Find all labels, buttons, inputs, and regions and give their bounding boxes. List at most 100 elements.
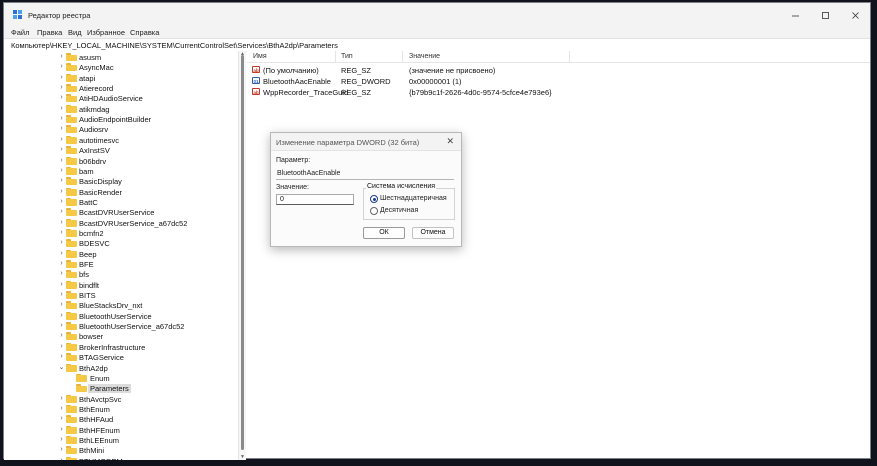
tree-item[interactable]: › AsyncMac: [4, 62, 238, 72]
tree-item-label[interactable]: Parameters: [88, 384, 131, 394]
decimal-radio[interactable]: [370, 207, 378, 215]
value-row[interactable]: 01 BluetoothAacEnable REG_DWORD 0x00000001 …: [247, 75, 870, 86]
menu-edit[interactable]: Правка: [37, 28, 62, 37]
chevron-right-icon[interactable]: ›: [58, 94, 65, 102]
tree-item-label[interactable]: BasicRender: [79, 188, 122, 197]
ok-button[interactable]: ОК: [363, 227, 405, 239]
cancel-button[interactable]: Отмена: [412, 227, 454, 239]
tree-item[interactable]: ⌄ BthA2dp: [4, 363, 238, 373]
tree-item-label[interactable]: bfs: [79, 270, 89, 279]
address-path[interactable]: Компьютер\HKEY_LOCAL_MACHINE\SYSTEM\Curr…: [11, 41, 338, 50]
chevron-right-icon[interactable]: ›: [58, 405, 65, 413]
tree-item-label[interactable]: BTAGService: [79, 353, 124, 362]
tree-item[interactable]: › b06bdrv: [4, 156, 238, 166]
tree-item-label[interactable]: BthLEEnum: [79, 436, 119, 445]
chevron-right-icon[interactable]: ›: [58, 157, 65, 165]
tree-item[interactable]: › AtiHDAudioService: [4, 93, 238, 103]
tree-item-label[interactable]: asusm: [79, 53, 101, 62]
tree-item-label[interactable]: BthHFEnum: [79, 426, 120, 435]
tree-item[interactable]: › BFE: [4, 259, 238, 269]
column-value[interactable]: Значение: [409, 53, 440, 60]
tree-item-label[interactable]: autotimesvc: [79, 136, 119, 145]
tree-item[interactable]: › BthHFAud: [4, 414, 238, 424]
chevron-right-icon[interactable]: ›: [58, 395, 65, 403]
tree-item[interactable]: Enum: [4, 373, 238, 383]
tree-item-label[interactable]: BrokerInfrastructure: [79, 343, 145, 352]
close-button[interactable]: [840, 3, 870, 27]
tree-item-label[interactable]: b06bdrv: [79, 157, 106, 166]
chevron-right-icon[interactable]: ›: [58, 270, 65, 278]
tree-item-label[interactable]: Beep: [79, 250, 97, 259]
tree-item[interactable]: › BthHFEnum: [4, 425, 238, 435]
chevron-right-icon[interactable]: ›: [58, 260, 65, 268]
chevron-right-icon[interactable]: ›: [58, 177, 65, 185]
tree-item-label[interactable]: BasicDisplay: [79, 177, 122, 186]
tree-item[interactable]: › asusm: [4, 52, 238, 62]
tree-item[interactable]: › BasicDisplay: [4, 176, 238, 186]
tree-item[interactable]: › AxInstSV: [4, 145, 238, 155]
scroll-down-icon[interactable]: ▼: [240, 454, 245, 460]
dialog-close-icon[interactable]: ✕: [446, 136, 454, 147]
tree-item-label[interactable]: bam: [79, 167, 94, 176]
tree-item-label[interactable]: AudioEndpointBuilder: [79, 115, 151, 124]
chevron-right-icon[interactable]: ›: [58, 291, 65, 299]
tree-item-label[interactable]: BDESVC: [79, 239, 110, 248]
menu-favorites[interactable]: Избранное: [87, 28, 125, 37]
column-type[interactable]: Тип: [341, 53, 353, 60]
tree-item-label[interactable]: BthAvctpSvc: [79, 395, 121, 404]
tree-item[interactable]: › bfs: [4, 269, 238, 279]
address-bar[interactable]: Компьютер\HKEY_LOCAL_MACHINE\SYSTEM\Curr…: [4, 38, 870, 52]
chevron-right-icon[interactable]: ›: [58, 188, 65, 196]
tree-item[interactable]: › BthMini: [4, 445, 238, 455]
tree-item[interactable]: › BlueStacksDrv_nxt: [4, 300, 238, 310]
tree-item[interactable]: › BthLEEnum: [4, 435, 238, 445]
tree-item[interactable]: › BTAGService: [4, 352, 238, 362]
tree-item[interactable]: › BluetoothUserService_a67dc52: [4, 321, 238, 331]
chevron-right-icon[interactable]: ›: [58, 136, 65, 144]
tree-item-label[interactable]: BthHFAud: [79, 415, 113, 424]
tree-item-label[interactable]: BcastDVRUserService_a67dc52: [79, 219, 187, 228]
chevron-right-icon[interactable]: ›: [58, 343, 65, 351]
chevron-right-icon[interactable]: ›: [58, 436, 65, 444]
title-bar[interactable]: Редактор реестра: [4, 3, 870, 27]
chevron-right-icon[interactable]: ›: [58, 446, 65, 454]
chevron-right-icon[interactable]: ›: [58, 332, 65, 340]
chevron-right-icon[interactable]: ›: [58, 219, 65, 227]
menu-view[interactable]: Вид: [68, 28, 82, 37]
column-divider[interactable]: [402, 51, 403, 62]
value-row[interactable]: ab WppRecorder_TraceGuid REG_SZ {b79b9c1f-2…: [247, 86, 870, 97]
chevron-right-icon[interactable]: ›: [58, 301, 65, 309]
chevron-right-icon[interactable]: ›: [58, 426, 65, 434]
chevron-right-icon[interactable]: ›: [58, 312, 65, 320]
column-name[interactable]: Имя: [253, 53, 267, 60]
tree-item[interactable]: › BTHMODEM: [4, 456, 238, 460]
chevron-right-icon[interactable]: ›: [58, 281, 65, 289]
tree-item[interactable]: › bowser: [4, 331, 238, 341]
hex-radio[interactable]: [370, 195, 378, 203]
column-divider[interactable]: [569, 51, 570, 62]
tree-item[interactable]: › bindflt: [4, 280, 238, 290]
minimize-button[interactable]: [780, 3, 810, 27]
tree-item-label[interactable]: BluetoothUserService_a67dc52: [79, 322, 184, 331]
tree-item[interactable]: › Beep: [4, 249, 238, 259]
tree-item-label[interactable]: BcastDVRUserService: [79, 208, 154, 217]
tree-item-label[interactable]: AtiHDAudioService: [79, 94, 143, 103]
registry-key-tree[interactable]: › asusm › AsyncMac › atapi › Atierecord › AtiHDAu…: [4, 51, 238, 460]
tree-item-label[interactable]: atapi: [79, 74, 95, 83]
menu-help[interactable]: Справка: [130, 28, 159, 37]
chevron-right-icon[interactable]: ›: [58, 415, 65, 423]
tree-item-label[interactable]: BlueStacksDrv_nxt: [79, 301, 142, 310]
tree-item[interactable]: › BDESVC: [4, 238, 238, 248]
value-row[interactable]: ab (По умолчанию) REG_SZ (значение не присв…: [247, 64, 870, 75]
tree-item[interactable]: › atapi: [4, 73, 238, 83]
tree-item-label[interactable]: Atierecord: [79, 84, 113, 93]
tree-item[interactable]: › autotimesvc: [4, 135, 238, 145]
tree-item[interactable]: Parameters: [4, 383, 238, 394]
tree-scrollbar-thumb[interactable]: [241, 55, 244, 450]
chevron-right-icon[interactable]: ›: [58, 457, 65, 460]
tree-item[interactable]: › BthEnum: [4, 404, 238, 414]
tree-item-label[interactable]: bowser: [79, 332, 103, 341]
chevron-right-icon[interactable]: ›: [58, 322, 65, 330]
value-input-text[interactable]: 0: [280, 196, 284, 203]
tree-item-label[interactable]: atikmdag: [79, 105, 109, 114]
